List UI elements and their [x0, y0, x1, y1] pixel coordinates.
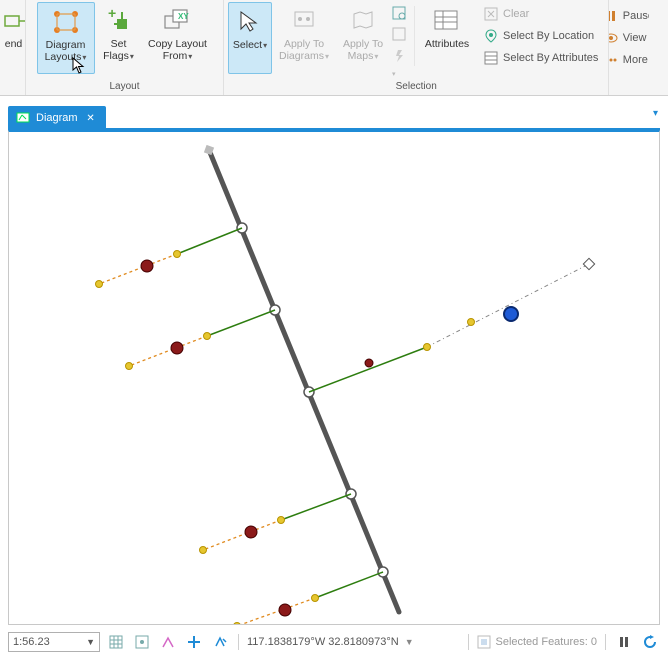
svg-text:+: +	[108, 8, 116, 21]
copy-layout-label: Copy Layout From	[145, 38, 211, 63]
apply-to-diagrams-button[interactable]: Apply To Diagrams	[274, 2, 334, 74]
sql-icon	[483, 50, 499, 66]
location-icon	[483, 28, 499, 44]
select-button[interactable]: Select	[228, 2, 272, 74]
more-icon	[609, 52, 618, 68]
scale-combo[interactable]: 1:56.23 ▼	[8, 632, 100, 652]
group-label-fragment	[4, 79, 23, 95]
diagram-tab[interactable]: Diagram ✕	[8, 106, 106, 130]
selection-group-label: Selection	[228, 79, 604, 95]
selected-features-label: Selected Features: 0	[495, 636, 597, 648]
apply-diagrams-label: Apply To Diagrams	[276, 38, 332, 63]
ribbon-group-left-fragment: end	[0, 0, 26, 95]
diagram-layouts-button[interactable]: Diagram Layouts	[37, 2, 95, 74]
correction-icon[interactable]	[184, 632, 204, 652]
select-by-attributes-label: Select By Attributes	[503, 52, 598, 64]
ribbon: end Diagram Layouts	[0, 0, 668, 96]
clear-icon	[483, 6, 499, 22]
more-label: More	[623, 54, 648, 66]
status-separator	[238, 634, 239, 650]
clear-button[interactable]: Clear	[479, 4, 602, 24]
attributes-button[interactable]: Attributes	[419, 2, 475, 74]
set-flags-icon: +	[104, 6, 134, 36]
diagram-svg	[9, 132, 659, 625]
chevron-down-icon: ▼	[86, 637, 95, 647]
svg-text:XY: XY	[178, 12, 189, 21]
status-separator-3	[605, 634, 606, 650]
coord-dropdown-icon[interactable]: ▼	[405, 637, 414, 647]
status-separator-2	[468, 634, 469, 650]
selection-count-icon	[477, 635, 491, 649]
diagram-tab-icon	[16, 110, 30, 127]
apply-to-maps-button[interactable]: Apply To Maps	[336, 2, 390, 74]
attributes-icon	[432, 6, 462, 36]
coordinates-readout: 117.1838179°W 32.8180973°N	[247, 636, 399, 648]
constraints-icon[interactable]	[158, 632, 178, 652]
clear-label: Clear	[503, 8, 529, 20]
extend-icon	[0, 6, 26, 36]
view-button[interactable]: View	[609, 28, 649, 48]
more-button[interactable]: More	[609, 50, 649, 70]
diagram-layouts-label: Diagram Layouts	[40, 39, 92, 64]
diagram-canvas[interactable]	[8, 130, 660, 625]
status-bar: 1:56.23 ▼ 117.1838179°W 32.8180973°N ▼ S…	[8, 630, 660, 654]
ribbon-group-right-fragment: Pause View More	[609, 0, 649, 95]
copy-layout-from-button[interactable]: XY Copy Layout From	[143, 2, 213, 74]
select-icon	[235, 7, 265, 37]
flash-icon[interactable]: ▾	[392, 48, 410, 79]
apply-maps-icon	[348, 6, 378, 36]
select-by-location-label: Select By Location	[503, 30, 594, 42]
pause-label: Pause	[623, 10, 650, 22]
apply-diagrams-icon	[289, 6, 319, 36]
view-menu-caret[interactable]: ▾	[653, 108, 658, 119]
eye-icon	[609, 30, 618, 46]
select-by-attributes-button[interactable]: Select By Attributes	[479, 48, 602, 68]
pause-draw-icon[interactable]	[614, 632, 634, 652]
snap-icon[interactable]	[132, 632, 152, 652]
scale-value: 1:56.23	[13, 636, 50, 648]
pan-to-icon[interactable]	[392, 27, 410, 46]
layout-group-label: Layout	[30, 79, 219, 95]
grid-icon[interactable]	[106, 632, 126, 652]
set-flags-button[interactable]: + Set Flags	[97, 2, 141, 74]
ribbon-group-selection: Select Apply To Diagrams Apply To Maps ▾	[224, 0, 609, 95]
extend-button-fragment[interactable]: end	[0, 2, 26, 74]
diagram-layouts-icon	[51, 7, 81, 37]
view-tabstrip: Diagram ✕ ▾	[0, 104, 668, 130]
inference-icon[interactable]	[210, 632, 230, 652]
close-icon[interactable]: ✕	[84, 111, 98, 125]
ribbon-group-layout: Diagram Layouts + Set Flags	[26, 0, 224, 95]
set-flags-label: Set Flags	[99, 38, 139, 63]
pause-button[interactable]: Pause	[609, 6, 649, 26]
diagram-tab-label: Diagram	[36, 112, 78, 124]
pause-icon	[609, 8, 618, 24]
view-label: View	[623, 32, 647, 44]
copy-layout-icon: XY	[163, 6, 193, 36]
selected-features-readout[interactable]: Selected Features: 0	[477, 635, 597, 649]
select-label: Select	[233, 39, 267, 52]
attributes-label: Attributes	[425, 38, 469, 50]
select-by-location-button[interactable]: Select By Location	[479, 26, 602, 46]
refresh-icon[interactable]	[640, 632, 660, 652]
apply-maps-label: Apply To Maps	[338, 38, 388, 63]
extend-label: end	[5, 38, 23, 50]
zoom-to-icon[interactable]	[392, 6, 410, 25]
